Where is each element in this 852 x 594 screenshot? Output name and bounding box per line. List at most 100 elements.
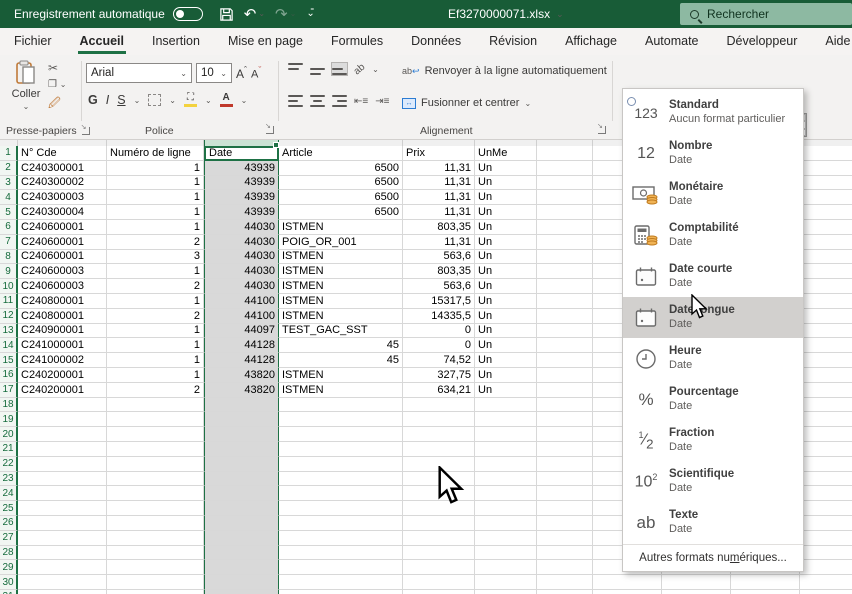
cell-C27[interactable]	[204, 531, 279, 546]
cell-A7[interactable]: C240600001	[18, 235, 107, 250]
cell-B1[interactable]: Numéro de ligne	[107, 146, 204, 161]
cell-C3[interactable]: 43939	[204, 176, 279, 191]
cell-D25[interactable]	[279, 501, 403, 516]
cell-D11[interactable]: ISTMEN	[279, 294, 403, 309]
cell-C21[interactable]	[204, 442, 279, 457]
cell-D19[interactable]	[279, 412, 403, 427]
cell-B7[interactable]: 2	[107, 235, 204, 250]
cell-B11[interactable]: 1	[107, 294, 204, 309]
cell-E21[interactable]	[403, 442, 475, 457]
row-header-3[interactable]: 3	[0, 176, 18, 191]
cell-E7[interactable]: 11,31	[403, 235, 475, 250]
cell-F16[interactable]: Un	[475, 368, 537, 383]
underline-button[interactable]: S	[117, 93, 125, 107]
row-header-1[interactable]: 1	[0, 146, 18, 161]
copy-icon[interactable]: ❐ ⌄	[48, 79, 66, 90]
cell-G21[interactable]	[537, 442, 593, 457]
cell-F29[interactable]	[475, 560, 537, 575]
cell-F19[interactable]	[475, 412, 537, 427]
cell-E12[interactable]: 14335,5	[403, 309, 475, 324]
cell-D12[interactable]: ISTMEN	[279, 309, 403, 324]
row-header-20[interactable]: 20	[0, 427, 18, 442]
paste-button[interactable]: Coller ⌄	[8, 60, 44, 122]
cell-A12[interactable]: C240800001	[18, 309, 107, 324]
search-box[interactable]: Rechercher	[680, 3, 852, 25]
cell-C4[interactable]: 43939	[204, 190, 279, 205]
cell-x1011[interactable]	[800, 294, 852, 309]
cell-G23[interactable]	[537, 472, 593, 487]
cell-D8[interactable]: ISTMEN	[279, 250, 403, 265]
cell-C17[interactable]: 43820	[204, 383, 279, 398]
cell-A23[interactable]	[18, 472, 107, 487]
cell-G6[interactable]	[537, 220, 593, 235]
tab-mise-en-page[interactable]: Mise en page	[214, 29, 317, 54]
row-header-9[interactable]: 9	[0, 264, 18, 279]
cell-x1014[interactable]	[800, 338, 852, 353]
row-header-22[interactable]: 22	[0, 457, 18, 472]
cell-A31[interactable]	[18, 590, 107, 594]
cell-A29[interactable]	[18, 560, 107, 575]
cell-E13[interactable]: 0	[403, 324, 475, 339]
cell-G1[interactable]	[537, 146, 593, 161]
menu-item-texte[interactable]: abTexteDate	[623, 502, 803, 543]
cell-B29[interactable]	[107, 560, 204, 575]
menu-item-date-courte[interactable]: Date courteDate	[623, 256, 803, 297]
decrease-indent-icon[interactable]: ⇤≡	[354, 96, 368, 107]
cell-x105[interactable]	[800, 205, 852, 220]
more-number-formats-item[interactable]: Autres formats numériques...	[623, 544, 803, 571]
cell-G7[interactable]	[537, 235, 593, 250]
menu-item-scientifique[interactable]: 102ScientifiqueDate	[623, 461, 803, 502]
wrap-text-button[interactable]: ab↩ Renvoyer à la ligne automatiquement	[402, 65, 607, 77]
fill-color-button[interactable]: ⛶	[184, 93, 197, 107]
row-header-29[interactable]: 29	[0, 560, 18, 575]
cell-B15[interactable]: 1	[107, 353, 204, 368]
cell-B10[interactable]: 2	[107, 279, 204, 294]
cell-F23[interactable]	[475, 472, 537, 487]
cell-G5[interactable]	[537, 205, 593, 220]
cell-D4[interactable]: 6500	[279, 190, 403, 205]
autosave-toggle[interactable]	[173, 7, 203, 21]
cell-G26[interactable]	[537, 516, 593, 531]
cell-B28[interactable]	[107, 546, 204, 561]
cell-H30[interactable]	[593, 575, 662, 590]
cell-C8[interactable]: 44030	[204, 250, 279, 265]
cell-A19[interactable]	[18, 412, 107, 427]
cell-D14[interactable]: 45	[279, 338, 403, 353]
cell-D5[interactable]: 6500	[279, 205, 403, 220]
cell-D22[interactable]	[279, 457, 403, 472]
row-header-23[interactable]: 23	[0, 472, 18, 487]
cell-F27[interactable]	[475, 531, 537, 546]
cell-x104[interactable]	[800, 190, 852, 205]
cell-G2[interactable]	[537, 161, 593, 176]
cell-G17[interactable]	[537, 383, 593, 398]
cell-B3[interactable]: 1	[107, 176, 204, 191]
cell-D24[interactable]	[279, 486, 403, 501]
cell-A10[interactable]: C240600003	[18, 279, 107, 294]
orientation-icon[interactable]: ab	[352, 61, 368, 77]
row-header-28[interactable]: 28	[0, 546, 18, 561]
cell-E6[interactable]: 803,35	[403, 220, 475, 235]
orientation-chevron-icon[interactable]: ⌄	[372, 65, 379, 74]
cell-B22[interactable]	[107, 457, 204, 472]
row-header-2[interactable]: 2	[0, 161, 18, 176]
italic-button[interactable]: I	[106, 93, 109, 107]
cell-E2[interactable]: 11,31	[403, 161, 475, 176]
cell-A17[interactable]: C240200001	[18, 383, 107, 398]
cell-D21[interactable]	[279, 442, 403, 457]
cell-x931[interactable]	[731, 590, 800, 594]
cell-E18[interactable]	[403, 398, 475, 413]
cell-G13[interactable]	[537, 324, 593, 339]
cell-B27[interactable]	[107, 531, 204, 546]
cell-x103[interactable]	[800, 176, 852, 191]
cell-E28[interactable]	[403, 546, 475, 561]
cell-x1021[interactable]	[800, 442, 852, 457]
cell-A24[interactable]	[18, 486, 107, 501]
cell-x101[interactable]	[800, 146, 852, 161]
cell-B21[interactable]	[107, 442, 204, 457]
cell-A20[interactable]	[18, 427, 107, 442]
cell-x1023[interactable]	[800, 472, 852, 487]
tab-fichier[interactable]: Fichier	[0, 29, 66, 54]
cell-x1015[interactable]	[800, 353, 852, 368]
cell-C19[interactable]	[204, 412, 279, 427]
cell-H31[interactable]	[593, 590, 662, 594]
